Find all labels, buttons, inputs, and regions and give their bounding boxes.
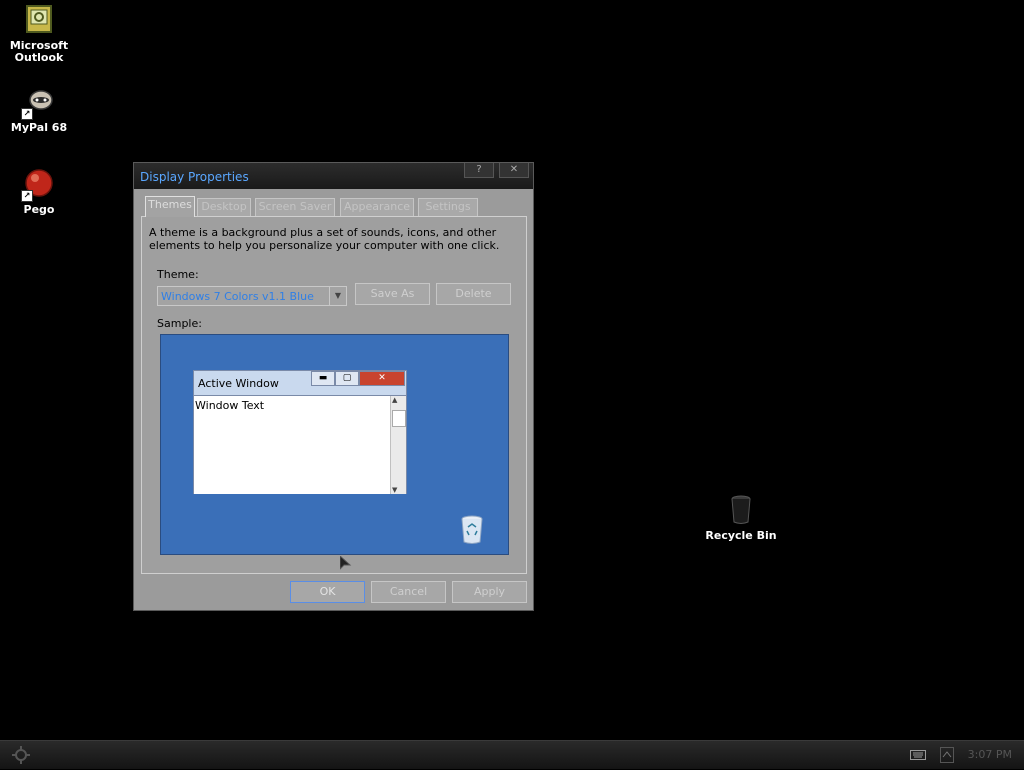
sample-window-title: Active Window [198, 377, 279, 390]
theme-label: Theme: [157, 268, 199, 281]
theme-description: A theme is a background plus a set of so… [149, 226, 500, 252]
sample-window-client: Window Text ▲ ▼ [194, 395, 406, 494]
taskbar: 3:07 PM [0, 740, 1024, 769]
keyboard-icon[interactable] [910, 750, 926, 760]
mypal-icon: ↗ [21, 86, 55, 120]
dialog-titlebar[interactable]: Display Properties ? ✕ [134, 163, 533, 189]
cancel-button[interactable]: Cancel [371, 581, 446, 603]
desktop-icon-label: Outlook [14, 51, 64, 64]
theme-select[interactable]: Windows 7 Colors v1.1 Blue ▼ [157, 286, 347, 306]
delete-button[interactable]: Delete [436, 283, 511, 305]
outlook-icon [23, 4, 55, 36]
desktop-icon-label: Pego [23, 203, 55, 216]
desktop-icon-mypal[interactable]: ↗ MyPal 68 [1, 86, 77, 134]
sample-label: Sample: [157, 317, 202, 330]
apply-button[interactable]: Apply [452, 581, 527, 603]
tab-appearance[interactable]: Appearance [340, 198, 414, 216]
dialog-title: Display Properties [140, 170, 249, 184]
tab-screen-saver[interactable]: Screen Saver [255, 198, 335, 216]
desktop-icon-label: Recycle Bin [705, 529, 777, 542]
save-as-button[interactable]: Save As [355, 283, 430, 305]
sample-active-window: Active Window ▬ ▢ ✕ Window Text ▲ ▼ [193, 370, 407, 494]
tab-settings[interactable]: Settings [418, 198, 478, 216]
shortcut-arrow-icon: ↗ [21, 190, 33, 202]
minimize-icon: ▬ [311, 371, 335, 386]
close-icon: ✕ [359, 371, 405, 386]
ok-button[interactable]: OK [290, 581, 365, 603]
sample-scrollbar: ▲ ▼ [390, 396, 406, 494]
maximize-icon: ▢ [335, 371, 359, 386]
display-properties-dialog: Display Properties ? ✕ Themes Desktop Sc… [133, 162, 534, 611]
sample-window-text: Window Text [195, 399, 265, 412]
tab-themes[interactable]: Themes [145, 196, 195, 217]
mouse-cursor-icon [339, 554, 352, 575]
pego-icon: ↗ [21, 168, 55, 202]
start-button[interactable] [8, 743, 34, 767]
sample-recycle-bin-icon [460, 515, 484, 545]
taskbar-clock[interactable]: 3:07 PM [968, 748, 1012, 761]
desktop-icon-label: MyPal 68 [10, 121, 68, 134]
desktop-icon-outlook[interactable]: Microsoft Outlook [1, 4, 77, 64]
desktop-icon-recycle-bin[interactable]: Recycle Bin [703, 494, 779, 542]
help-button[interactable]: ? [464, 163, 494, 178]
theme-select-value: Windows 7 Colors v1.1 Blue [161, 290, 314, 303]
tab-desktop[interactable]: Desktop [197, 198, 251, 216]
chevron-down-icon[interactable]: ▼ [329, 287, 346, 305]
theme-sample-preview: Active Window ▬ ▢ ✕ Window Text ▲ ▼ [160, 334, 509, 555]
recycle-bin-icon [725, 494, 757, 526]
shortcut-arrow-icon: ↗ [21, 108, 33, 120]
tray-arrow-icon[interactable] [940, 747, 954, 763]
desktop-icon-pego[interactable]: ↗ Pego [1, 168, 77, 216]
close-button[interactable]: ✕ [499, 163, 529, 178]
